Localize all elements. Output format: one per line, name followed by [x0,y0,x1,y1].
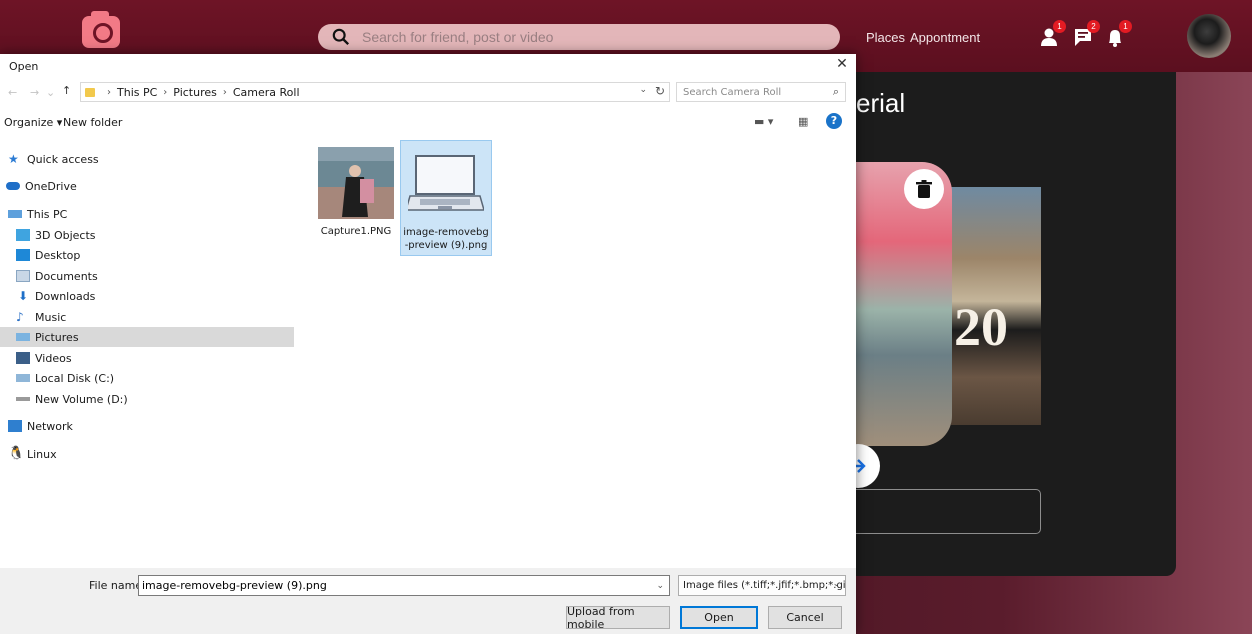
laptop-thumbnail [408,155,484,211]
nav-item-pictures[interactable]: Pictures [0,327,294,347]
linux-icon: 🐧 [8,446,25,461]
app-search-input[interactable] [362,29,840,45]
nav-item-linux[interactable]: 🐧 Linux [8,444,302,464]
nav-item-3d-objects[interactable]: 3D Objects [16,225,310,245]
dialog-title: Open [9,60,39,73]
file-name-input[interactable] [142,579,657,592]
nav-item-quick-access[interactable]: ★ Quick access [8,149,302,169]
cancel-button[interactable]: Cancel [768,606,842,629]
file-name-field[interactable]: ⌄ [138,575,670,596]
panel-title: erial [856,88,906,118]
breadcrumb-this-pc[interactable]: This PC [117,86,157,99]
nav-item-downloads[interactable]: ⬇ Downloads [16,286,310,306]
dialog-search-input[interactable] [683,86,833,98]
organize-menu[interactable]: Organize ▾ [4,116,62,129]
video-icon [16,352,30,364]
nav-item-music[interactable]: ♪ Music [16,307,310,327]
nav-item-onedrive[interactable]: OneDrive [6,176,300,196]
disk-icon [16,374,30,382]
messages-button[interactable]: 2 [1072,20,1100,48]
view-options-icon[interactable]: ▬ ▾ [754,115,773,128]
file-item-capture1[interactable]: Capture1.PNG [310,140,402,256]
file-open-dialog: Open ✕ ← → ⌄ ↑ › This PC › Pictures › Ca… [0,54,856,634]
nav-item-documents[interactable]: Documents [16,266,310,286]
recent-dropdown-icon[interactable]: ⌄ [46,86,55,99]
desktop-icon [16,249,30,261]
avatar[interactable] [1187,14,1231,58]
computer-icon [8,210,22,218]
delete-photo-button[interactable] [904,169,944,209]
notifications-badge: 1 [1119,20,1132,33]
network-icon [8,420,22,432]
camera-logo-icon[interactable] [82,11,120,48]
file-type-filter[interactable]: Image files (*.tiff;*.jfif;*.bmp;*.gi ⌄ [678,575,846,596]
folder-icon [85,87,95,97]
close-icon[interactable]: ✕ [833,56,851,74]
up-arrow-icon[interactable]: ↑ [62,84,71,97]
upload-from-mobile-button[interactable]: Upload from mobile [566,605,670,631]
breadcrumb-camera-roll[interactable]: Camera Roll [233,86,300,99]
file-item-removebg-preview[interactable]: image-removebg -preview (9).png [400,140,492,256]
friend-requests-badge: 1 [1053,20,1066,33]
star-icon: ★ [8,152,19,166]
chevron-down-icon[interactable]: ⌄ [656,581,669,591]
back-arrow-icon[interactable]: ← [8,86,17,99]
chevron-down-icon: ⌄ [832,579,840,589]
app-search-bar[interactable] [318,24,840,50]
address-bar[interactable]: › This PC › Pictures › Camera Roll ⌄ ↻ [80,82,670,102]
trash-icon [916,180,932,198]
caption-input[interactable] [836,489,1041,534]
dialog-footer: File name: ⌄ Image files (*.tiff;*.jfif;… [0,568,856,634]
nav-link-places[interactable]: Places [866,30,905,45]
address-dropdown-icon[interactable]: ⌄ [639,85,647,95]
new-folder-button[interactable]: New folder [63,116,122,129]
nav-item-local-disk[interactable]: Local Disk (C:) [16,368,310,388]
pictures-icon [16,333,30,341]
cube-icon [16,229,30,241]
nav-item-new-volume[interactable]: New Volume (D:) [16,389,310,409]
preview-pane-icon[interactable]: ▦ [798,115,808,128]
nav-item-network[interactable]: Network [8,416,302,436]
nav-item-desktop[interactable]: Desktop [16,245,310,265]
download-icon: ⬇ [17,289,29,303]
cloud-icon [6,182,20,190]
drive-icon [16,397,30,401]
refresh-icon[interactable]: ↻ [655,84,665,98]
notifications-button[interactable]: 1 [1104,20,1132,48]
search-icon [332,28,350,46]
search-icon: ⌕ [832,85,839,98]
navigation-pane: ★ Quick access OneDrive This PC 3D Objec… [0,146,296,566]
document-icon [16,270,30,282]
nav-item-this-pc[interactable]: This PC [8,204,302,224]
help-icon[interactable]: ? [826,113,842,129]
breadcrumb-pictures[interactable]: Pictures [173,86,217,99]
friend-requests-button[interactable]: 1 [1038,20,1066,48]
nav-item-videos[interactable]: Videos [16,348,310,368]
music-icon: ♪ [16,310,24,324]
dialog-search-box[interactable]: ⌕ [676,82,846,102]
open-button[interactable]: Open [680,606,758,629]
capture1-thumbnail [318,147,394,219]
forward-arrow-icon[interactable]: → [30,86,39,99]
nav-link-appointment[interactable]: Appontment [910,30,980,45]
file-name-label: image-removebg -preview (9).png [403,227,489,251]
file-name-label: Capture1.PNG [320,226,392,237]
messages-badge: 2 [1087,20,1100,33]
photo-card-year: 20 [954,297,1008,357]
